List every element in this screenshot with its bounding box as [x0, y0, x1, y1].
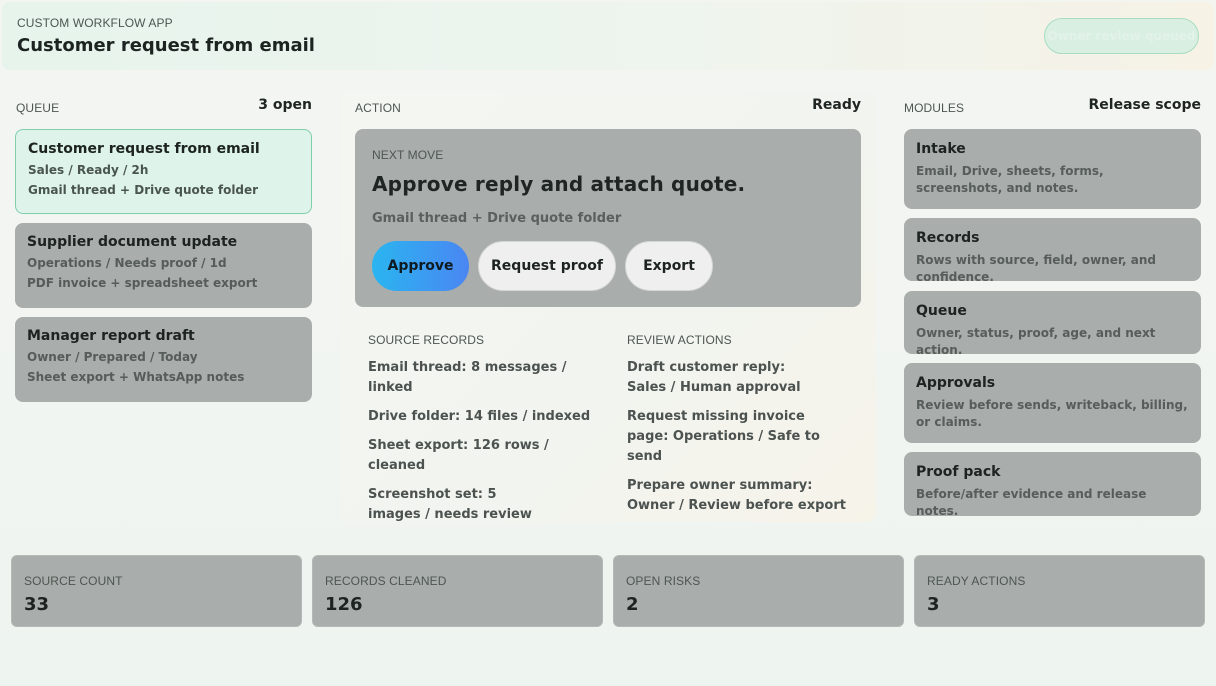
queue-item-source: PDF invoice + spreadsheet export	[27, 276, 258, 290]
module-desc: Email, Drive, sheets, forms, screenshots…	[916, 164, 1104, 195]
module-desc: Owner, status, proof, age, and next acti…	[916, 326, 1156, 357]
module-records[interactable]: Records Rows with source, field, owner, …	[904, 218, 1201, 284]
app-label: CUSTOM WORKFLOW APP	[17, 16, 173, 30]
action-heading: ACTION	[355, 101, 401, 115]
module-title: Intake	[916, 141, 966, 157]
module-intake[interactable]: Intake Email, Drive, sheets, forms, scre…	[904, 129, 1201, 209]
module-approvals[interactable]: Approvals Review before sends, writeback…	[904, 363, 1201, 443]
review-actions-label: REVIEW ACTIONS	[627, 333, 732, 347]
source-record-item: Screenshot set: 5 images / needs review	[368, 487, 532, 522]
stat-value: 2	[626, 594, 639, 615]
page-title: Customer request from email	[17, 35, 315, 56]
source-records-label: SOURCE RECORDS	[368, 333, 485, 347]
action-heading-row: ACTION Ready	[355, 97, 861, 117]
export-button[interactable]: Export	[625, 241, 713, 291]
queue-item-title: Supplier document update	[27, 234, 238, 250]
module-title: Proof pack	[916, 464, 1001, 480]
module-queue[interactable]: Queue Owner, status, proof, age, and nex…	[904, 291, 1201, 357]
next-move-source: Gmail thread + Drive quote folder	[372, 211, 622, 226]
stat-open-risks: OPEN RISKS 2	[613, 555, 904, 627]
queue-heading-row: QUEUE 3 open	[16, 97, 312, 117]
app-header: CUSTOM WORKFLOW APP Customer request fro…	[2, 2, 1214, 70]
stat-value: 33	[24, 594, 50, 615]
queue-item-meta: Sales / Ready / 2h	[28, 163, 149, 177]
stat-value: 3	[927, 594, 940, 615]
action-status: Ready	[812, 97, 861, 113]
queue-heading: QUEUE	[16, 101, 60, 115]
next-move-card: NEXT MOVE Approve reply and attach quote…	[355, 129, 861, 307]
review-action-item[interactable]: Draft customer reply: Sales / Human appr…	[627, 358, 827, 398]
module-title: Records	[916, 230, 980, 246]
stat-label: SOURCE COUNT	[24, 574, 123, 588]
stat-label: READY ACTIONS	[927, 574, 1026, 588]
queue-count: 3 open	[258, 97, 312, 113]
modules-heading-row: MODULES Release scope	[904, 97, 1201, 117]
review-actions: REVIEW ACTIONS Draft customer reply: Sal…	[627, 333, 857, 525]
source-record-item: Email thread: 8 messages / linked	[368, 360, 567, 395]
stat-label: OPEN RISKS	[626, 574, 701, 588]
source-record-item: Sheet export: 126 rows / cleaned	[368, 438, 549, 473]
stat-source-count: SOURCE COUNT 33	[11, 555, 302, 627]
request-proof-button[interactable]: Request proof	[478, 241, 616, 291]
queue-item-meta: Operations / Needs proof / 1d	[27, 256, 227, 270]
release-scope: Release scope	[1088, 97, 1202, 113]
module-desc: Review before sends, writeback, billing,…	[916, 398, 1188, 429]
next-move-label: NEXT MOVE	[372, 148, 444, 162]
stat-ready-actions: READY ACTIONS 3	[914, 555, 1205, 627]
stat-records-cleaned: RECORDS CLEANED 126	[312, 555, 603, 627]
stat-label: RECORDS CLEANED	[325, 574, 447, 588]
review-action-item[interactable]: Request missing invoice page: Operations…	[627, 407, 827, 467]
module-title: Queue	[916, 303, 967, 319]
queue-item-meta: Owner / Prepared / Today	[27, 350, 198, 364]
stat-value: 126	[325, 594, 363, 615]
queue-item-title: Customer request from email	[28, 141, 260, 157]
module-desc: Rows with source, field, owner, and conf…	[916, 253, 1156, 284]
review-action-item[interactable]: Prepare owner summary: Owner / Review be…	[627, 476, 852, 516]
queue-item-source: Gmail thread + Drive quote folder	[28, 183, 259, 197]
queue-item-manager-report[interactable]: Manager report draft Owner / Prepared / …	[15, 317, 312, 402]
approve-button[interactable]: Approve	[372, 241, 469, 291]
queue-item-title: Manager report draft	[27, 328, 195, 344]
queue-item-supplier-update[interactable]: Supplier document update Operations / Ne…	[15, 223, 312, 308]
queue-item-customer-request[interactable]: Customer request from email Sales / Read…	[15, 129, 312, 214]
module-proof-pack[interactable]: Proof pack Before/after evidence and rel…	[904, 452, 1201, 518]
module-title: Approvals	[916, 375, 996, 391]
module-desc: Before/after evidence and release notes.	[916, 487, 1147, 518]
source-records: SOURCE RECORDS Email thread: 8 messages …	[368, 333, 593, 534]
next-move-title: Approve reply and attach quote.	[372, 172, 746, 196]
source-record-item: Drive folder: 14 files / indexed	[368, 409, 591, 424]
status-badge: Owner review queued	[1044, 18, 1199, 54]
queue-item-source: Sheet export + WhatsApp notes	[27, 370, 245, 384]
modules-heading: MODULES	[904, 101, 965, 115]
